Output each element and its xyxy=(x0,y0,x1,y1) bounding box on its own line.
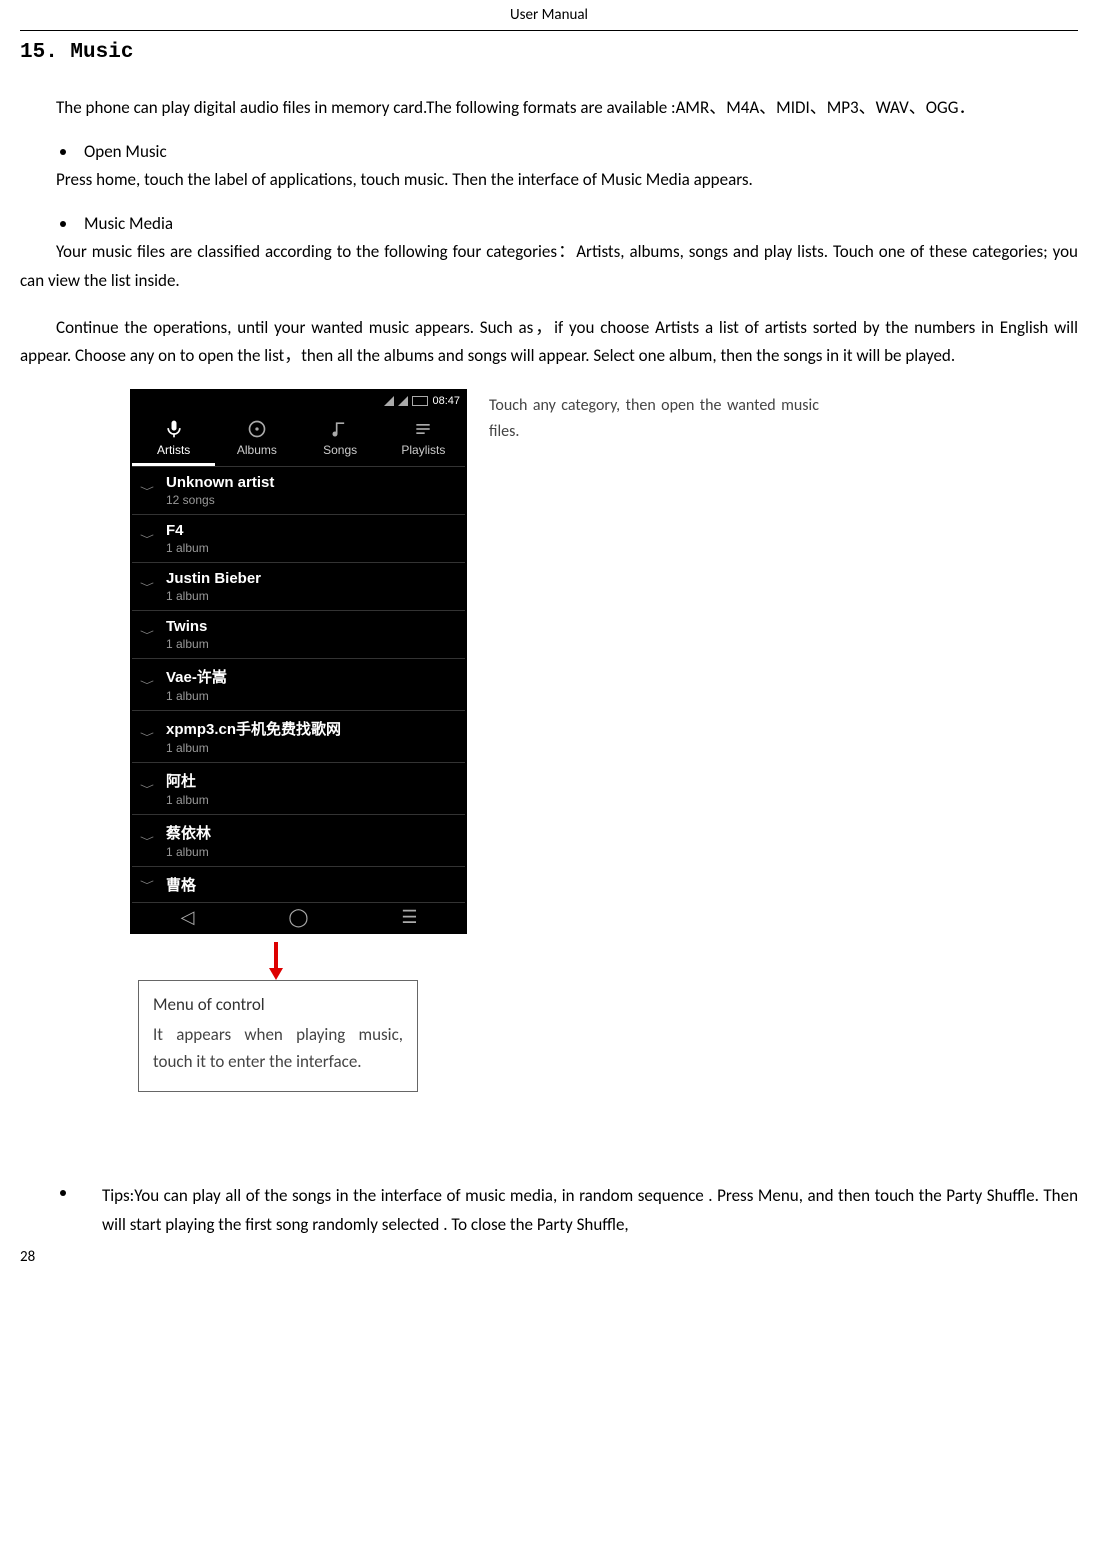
battery-icon xyxy=(412,396,428,406)
bullet-icon xyxy=(60,1190,66,1196)
artist-name: F4 xyxy=(166,522,209,539)
bullet-tips: Tips:You can play all of the songs in th… xyxy=(60,1182,1078,1240)
chevron-down-icon: ﹀ xyxy=(140,484,154,498)
artist-name: Vae-许嵩 xyxy=(166,666,227,687)
artist-row[interactable]: ﹀ 蔡依林 1 album xyxy=(132,815,465,867)
signal-icon xyxy=(398,396,408,406)
list-icon xyxy=(413,419,433,439)
bullet-music-media-label: Music Media xyxy=(84,213,173,234)
chevron-down-icon: ﹀ xyxy=(140,782,154,796)
callout-title: Menu of control xyxy=(153,991,403,1018)
back-icon[interactable]: ◁ xyxy=(132,907,243,928)
artist-row[interactable]: ﹀ Twins 1 album xyxy=(132,611,465,659)
chevron-down-icon: ﹀ xyxy=(140,678,154,692)
chevron-down-icon: ﹀ xyxy=(140,730,154,744)
section-title: 15. Music xyxy=(20,41,1078,64)
artist-subtitle: 1 album xyxy=(166,793,209,807)
tab-playlists[interactable]: Playlists xyxy=(382,411,465,466)
chevron-down-icon: ﹀ xyxy=(140,834,154,848)
chevron-down-icon: ﹀ xyxy=(140,878,154,892)
callout-menu-control: Menu of control It appears when playing … xyxy=(138,980,418,1092)
callout-body: It appears when playing music, touch it … xyxy=(153,1021,403,1075)
music-media-text1: Your music files are classified accordin… xyxy=(20,238,1078,296)
artist-name: 蔡依林 xyxy=(166,822,211,843)
tips-text: Tips:You can play all of the songs in th… xyxy=(84,1182,1078,1240)
recent-icon[interactable]: ☰ xyxy=(354,907,465,928)
tab-label: Artists xyxy=(157,443,190,457)
music-tabs: Artists Albums Songs Playlists xyxy=(132,411,465,467)
artist-row[interactable]: ﹀ xpmp3.cn手机免费找歌网 1 album xyxy=(132,711,465,763)
red-arrow xyxy=(265,940,1078,980)
note-icon xyxy=(330,419,350,439)
tab-albums[interactable]: Albums xyxy=(215,411,298,466)
bullet-open-music: Open Music xyxy=(60,141,1078,162)
chevron-down-icon: ﹀ xyxy=(140,628,154,642)
mic-icon xyxy=(164,419,184,439)
phone-screenshot: 08:47 Artists Albums Songs Playlists xyxy=(130,389,467,934)
tab-artists[interactable]: Artists xyxy=(132,411,215,466)
android-nav-bar: ◁ ◯ ☰ xyxy=(132,903,465,932)
signal-icon xyxy=(384,396,394,406)
artist-row[interactable]: ﹀ Justin Bieber 1 album xyxy=(132,563,465,611)
artist-name: Unknown artist xyxy=(166,474,274,491)
artist-row[interactable]: ﹀ F4 1 album xyxy=(132,515,465,563)
artist-name: 曹格 xyxy=(166,874,196,895)
page-header: User Manual xyxy=(20,0,1078,31)
figure-area: 08:47 Artists Albums Songs Playlists xyxy=(130,389,1078,934)
bullet-open-music-label: Open Music xyxy=(84,141,167,162)
page-number: 28 xyxy=(20,1248,1078,1266)
artist-name: 阿杜 xyxy=(166,770,209,791)
disc-icon xyxy=(247,419,267,439)
tab-label: Playlists xyxy=(401,443,445,457)
artist-name: Twins xyxy=(166,618,209,635)
status-bar: 08:47 xyxy=(132,391,465,411)
chevron-down-icon: ﹀ xyxy=(140,532,154,546)
status-time: 08:47 xyxy=(432,395,460,407)
intro-paragraph: The phone can play digital audio files i… xyxy=(20,94,1078,123)
artist-subtitle: 1 album xyxy=(166,637,209,651)
artist-row[interactable]: ﹀ 曹格 xyxy=(132,867,465,903)
artist-name: xpmp3.cn手机免费找歌网 xyxy=(166,718,341,739)
tab-label: Albums xyxy=(237,443,277,457)
artist-row[interactable]: ﹀ Unknown artist 12 songs xyxy=(132,467,465,515)
artist-list: ﹀ Unknown artist 12 songs ﹀ F4 1 album ﹀ Justin… xyxy=(132,467,465,903)
artist-subtitle: 12 songs xyxy=(166,493,274,507)
tab-songs[interactable]: Songs xyxy=(299,411,382,466)
tab-label: Songs xyxy=(323,443,357,457)
artist-subtitle: 1 album xyxy=(166,845,211,859)
bullet-icon xyxy=(60,149,66,155)
artist-subtitle: 1 album xyxy=(166,689,227,703)
artist-subtitle: 1 album xyxy=(166,741,341,755)
bullet-music-media: Music Media xyxy=(60,213,1078,234)
callout-right: Touch any category, then open the wanted… xyxy=(489,389,819,934)
bullet-icon xyxy=(60,221,66,227)
home-icon[interactable]: ◯ xyxy=(243,907,354,928)
artist-row[interactable]: ﹀ 阿杜 1 album xyxy=(132,763,465,815)
artist-subtitle: 1 album xyxy=(166,541,209,555)
artist-name: Justin Bieber xyxy=(166,570,261,587)
artist-subtitle: 1 album xyxy=(166,589,261,603)
chevron-down-icon: ﹀ xyxy=(140,580,154,594)
artist-row[interactable]: ﹀ Vae-许嵩 1 album xyxy=(132,659,465,711)
open-music-text: Press home, touch the label of applicati… xyxy=(20,166,1078,195)
music-media-text2: Continue the operations, until your want… xyxy=(20,314,1078,372)
